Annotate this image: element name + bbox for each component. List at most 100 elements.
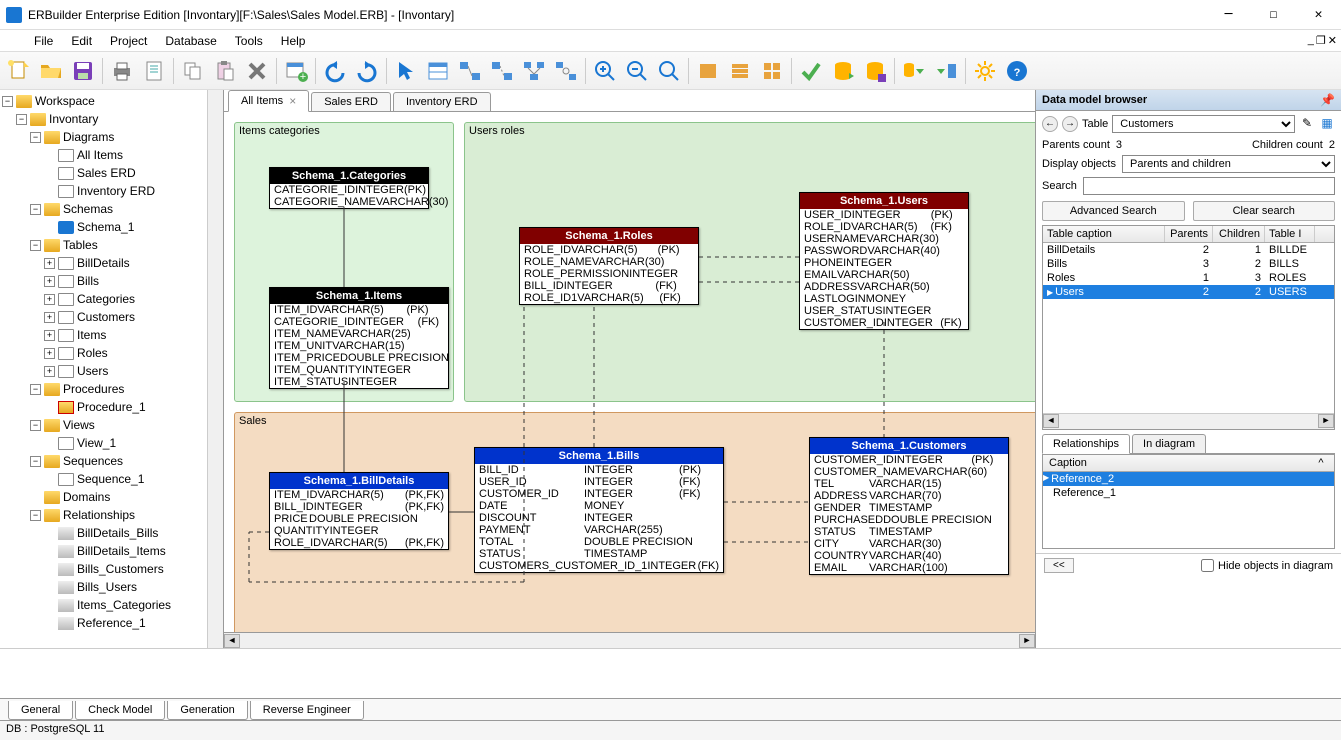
entity-customers[interactable]: Schema_1.Customers CUSTOMER_IDINTEGER(PK… <box>809 437 1009 575</box>
report-button[interactable] <box>139 56 169 86</box>
menu-tools[interactable]: Tools <box>227 32 271 50</box>
mdi-close-icon[interactable]: ✕ <box>1328 34 1337 47</box>
rel-col-caption[interactable]: Caption <box>1049 457 1314 469</box>
tree-item[interactable]: BillDetails_Items <box>77 544 166 558</box>
edit-icon[interactable]: ✎ <box>1299 116 1315 132</box>
redo-button[interactable] <box>352 56 382 86</box>
col-parents[interactable]: Parents <box>1165 226 1213 242</box>
nav-prev-button[interactable]: << <box>1044 558 1074 573</box>
mdi-minimize-icon[interactable]: _ <box>1308 34 1314 47</box>
tree-item[interactable]: Bills_Customers <box>77 562 164 576</box>
print-button[interactable] <box>107 56 137 86</box>
expand-icon[interactable]: − <box>30 420 41 431</box>
relation-1-button[interactable] <box>455 56 485 86</box>
expand-icon[interactable]: + <box>44 348 55 359</box>
tree-item[interactable]: Inventory ERD <box>77 184 155 198</box>
entity-categories[interactable]: Schema_1.Categories CATEGORIE_IDINTEGER(… <box>269 167 429 209</box>
bottom-tab-generation[interactable]: Generation <box>167 701 247 720</box>
menu-project[interactable]: Project <box>102 32 155 50</box>
tree-root[interactable]: Workspace <box>35 94 95 108</box>
clear-search-button[interactable]: Clear search <box>1193 201 1336 221</box>
expand-icon[interactable]: + <box>44 312 55 323</box>
mdi-restore-icon[interactable]: ❐ <box>1316 34 1326 47</box>
bottom-tab-reverse[interactable]: Reverse Engineer <box>250 701 364 720</box>
scroll-left-icon[interactable]: ◄ <box>1043 414 1059 428</box>
tree-scrollbar[interactable] <box>207 90 223 648</box>
relationships-grid[interactable]: Caption^ Reference_2Reference_1 <box>1042 454 1335 549</box>
tree-item[interactable]: Sequence_1 <box>77 472 144 486</box>
tab-sales-erd[interactable]: Sales ERD <box>311 92 391 111</box>
entity-billdetails[interactable]: Schema_1.BillDetails ITEM_IDVARCHAR(5)(P… <box>269 472 449 550</box>
tree-item[interactable]: Reference_1 <box>77 616 146 630</box>
subtab-relationships[interactable]: Relationships <box>1042 434 1130 454</box>
scroll-right-icon[interactable]: ► <box>1318 414 1334 428</box>
table-tool-button[interactable] <box>423 56 453 86</box>
tree-item[interactable]: Procedure_1 <box>77 400 146 414</box>
scroll-left-icon[interactable]: ◄ <box>224 634 240 648</box>
tree-item[interactable]: Bills <box>77 274 99 288</box>
grid-row[interactable]: ▶Users22USERS <box>1043 285 1334 299</box>
tree-domains[interactable]: Domains <box>63 490 110 504</box>
help-button[interactable]: ? <box>1002 56 1032 86</box>
subtab-in-diagram[interactable]: In diagram <box>1132 434 1206 453</box>
entity-items[interactable]: Schema_1.Items ITEM_IDVARCHAR(5)(PK)CATE… <box>269 287 449 389</box>
tree-item[interactable]: Sales ERD <box>77 166 136 180</box>
nav-back-icon[interactable]: ← <box>1042 116 1058 132</box>
tree-item[interactable]: View_1 <box>77 436 116 450</box>
settings-button[interactable] <box>970 56 1000 86</box>
expand-icon[interactable]: − <box>30 204 41 215</box>
search-input[interactable] <box>1083 177 1335 195</box>
paste-button[interactable] <box>210 56 240 86</box>
maximize-button[interactable]: ☐ <box>1251 0 1296 30</box>
bottom-tab-general[interactable]: General <box>8 701 73 720</box>
tree-item[interactable]: Items_Categories <box>77 598 171 612</box>
advanced-search-button[interactable]: Advanced Search <box>1042 201 1185 221</box>
grid-row[interactable]: Roles13ROLES <box>1043 271 1334 285</box>
relation-3-button[interactable] <box>519 56 549 86</box>
save-button[interactable] <box>68 56 98 86</box>
tree-procedures[interactable]: Procedures <box>63 382 124 396</box>
undo-button[interactable] <box>320 56 350 86</box>
grid-hscroll[interactable]: ◄► <box>1043 413 1334 429</box>
expand-icon[interactable]: − <box>30 384 41 395</box>
validate-button[interactable] <box>796 56 826 86</box>
expand-icon[interactable]: + <box>44 330 55 341</box>
zoom-out-button[interactable] <box>622 56 652 86</box>
relation-2-button[interactable] <box>487 56 517 86</box>
expand-icon[interactable]: + <box>44 258 55 269</box>
tree-item[interactable]: Categories <box>77 292 135 306</box>
minimize-button[interactable]: ─ <box>1206 0 1251 30</box>
tree-tables[interactable]: Tables <box>63 238 98 252</box>
expand-icon[interactable]: + <box>44 276 55 287</box>
entity-roles[interactable]: Schema_1.Roles ROLE_IDVARCHAR(5)(PK)ROLE… <box>519 227 699 305</box>
forward-engineer-button[interactable] <box>931 56 961 86</box>
new-table-button[interactable]: + <box>281 56 311 86</box>
tree-views[interactable]: Views <box>63 418 95 432</box>
tree-item[interactable]: All Items <box>77 148 123 162</box>
tree-item[interactable]: Users <box>77 364 108 378</box>
tree-diagrams[interactable]: Diagrams <box>63 130 114 144</box>
tree-schemas[interactable]: Schemas <box>63 202 113 216</box>
tree-relationships[interactable]: Relationships <box>63 508 135 522</box>
reverse-engineer-button[interactable] <box>899 56 929 86</box>
display-objects-select[interactable]: Parents and children <box>1122 155 1335 173</box>
tab-inventory-erd[interactable]: Inventory ERD <box>393 92 491 111</box>
menu-edit[interactable]: Edit <box>63 32 100 50</box>
zoom-in-button[interactable] <box>590 56 620 86</box>
nav-forward-icon[interactable]: → <box>1062 116 1078 132</box>
grid-row[interactable]: Bills32BILLS <box>1043 257 1334 271</box>
locate-icon[interactable]: ▦ <box>1319 116 1335 132</box>
expand-icon[interactable]: + <box>44 294 55 305</box>
save-db-button[interactable] <box>860 56 890 86</box>
workspace-tree[interactable]: −Workspace −Invontary −Diagrams All Item… <box>0 90 224 648</box>
delete-button[interactable] <box>242 56 272 86</box>
close-button[interactable]: ✕ <box>1296 0 1341 30</box>
browser-grid[interactable]: Table caption Parents Children Table I B… <box>1042 225 1335 430</box>
col-children[interactable]: Children <box>1213 226 1265 242</box>
menu-database[interactable]: Database <box>157 32 224 50</box>
tree-item[interactable]: Bills_Users <box>77 580 137 594</box>
expand-icon[interactable]: − <box>30 456 41 467</box>
expand-icon[interactable]: − <box>30 132 41 143</box>
tree-item[interactable]: BillDetails <box>77 256 130 270</box>
view-mode-1-button[interactable] <box>693 56 723 86</box>
